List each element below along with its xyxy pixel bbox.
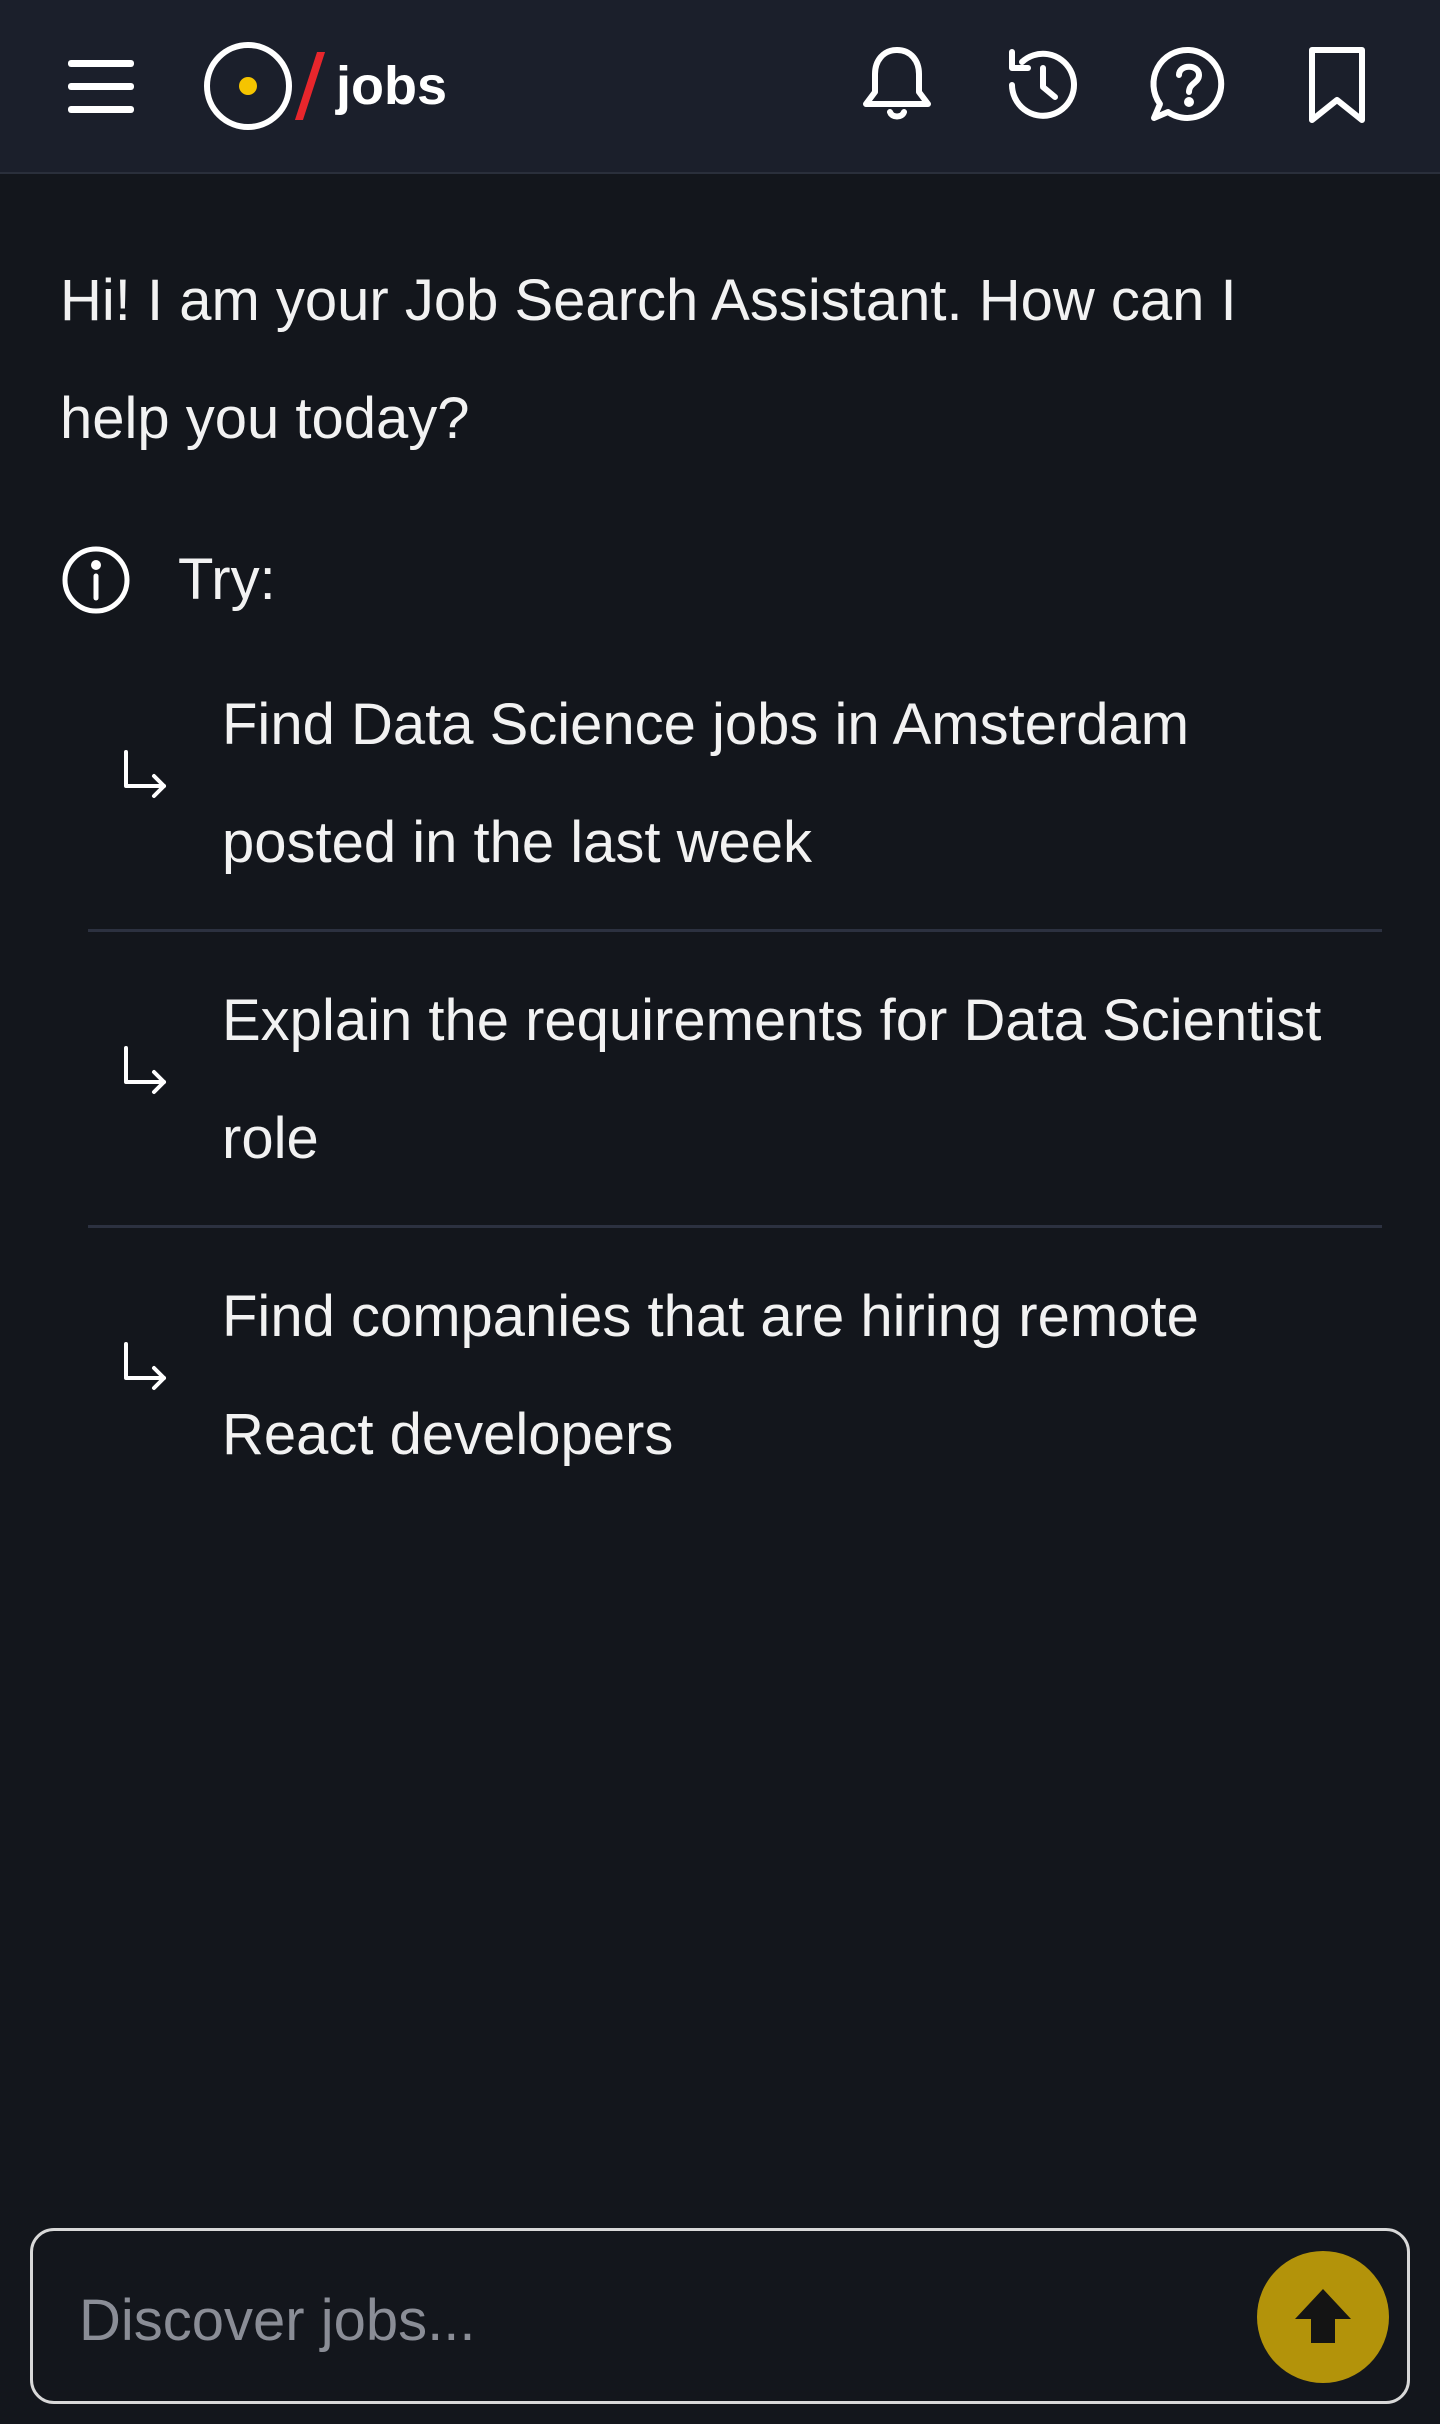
- search-input[interactable]: [77, 2271, 1231, 2369]
- bell-icon[interactable]: [852, 40, 942, 130]
- menu-icon[interactable]: [66, 58, 138, 116]
- logo-icon[interactable]: [204, 42, 292, 130]
- try-section: Try:: [60, 540, 660, 620]
- suggestion-item[interactable]: Explain the requirements for Data Scient…: [88, 932, 1382, 1228]
- logo-slash: [294, 52, 326, 120]
- history-icon[interactable]: [998, 40, 1088, 130]
- arrow-up-icon: [1295, 2289, 1351, 2343]
- assistant-greeting: Hi! I am your Job Search Assistant. How …: [60, 268, 1237, 451]
- suggestion-item[interactable]: Find companies that are hiring remote Re…: [88, 1228, 1382, 1524]
- arrow-return-icon: [124, 1046, 166, 1094]
- suggestion-text: Find Data Science jobs in Amsterdam post…: [222, 692, 1190, 875]
- info-icon: [62, 546, 130, 614]
- top-bar: jobs: [0, 0, 1440, 174]
- help-icon[interactable]: [1144, 40, 1234, 130]
- logo-dot: [239, 77, 257, 95]
- suggestion-text: Explain the requirements for Data Scient…: [222, 988, 1322, 1171]
- suggestion-text: Find companies that are hiring remote Re…: [222, 1284, 1199, 1467]
- suggestion-item[interactable]: Find Data Science jobs in Amsterdam post…: [88, 636, 1382, 932]
- arrow-return-icon: [124, 1342, 166, 1390]
- bookmark-icon[interactable]: [1292, 40, 1382, 130]
- chat-input-box: [30, 2228, 1410, 2404]
- try-label: Try:: [178, 547, 276, 612]
- send-button[interactable]: [1257, 2251, 1389, 2383]
- arrow-return-icon: [124, 750, 166, 798]
- logo-text[interactable]: jobs: [336, 54, 447, 118]
